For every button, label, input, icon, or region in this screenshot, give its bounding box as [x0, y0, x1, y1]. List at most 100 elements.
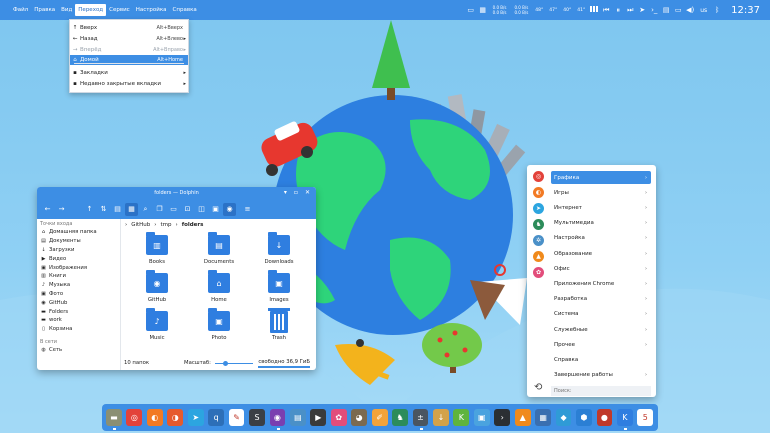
battery-icon[interactable]: ▭	[672, 6, 684, 14]
bluetooth-icon[interactable]: ᛒ	[711, 6, 723, 14]
system-monitor-icon[interactable]: ▦	[535, 409, 552, 426]
paste-icon[interactable]: ▭	[167, 203, 180, 216]
place-books[interactable]: ▥ Книги	[37, 272, 120, 281]
logout-icon[interactable]: ⟲	[534, 382, 542, 393]
maximize-icon[interactable]: ▫	[294, 187, 298, 199]
chess-icon[interactable]: ♞	[392, 409, 408, 426]
folder-item[interactable]: ▥ Books	[127, 232, 187, 265]
launcher-category[interactable]: Мультимедиа ›	[551, 217, 651, 230]
firefox-alt-icon[interactable]: ◑	[167, 409, 184, 426]
launcher-category[interactable]: Графика ›	[551, 171, 651, 184]
search-icon[interactable]: ⌕	[139, 203, 152, 216]
breadcrumb-item[interactable]: GitHub	[131, 222, 150, 228]
launcher-search-input[interactable]	[551, 386, 651, 396]
krita-icon[interactable]: ✿	[533, 267, 544, 278]
place-photo[interactable]: ▣ Фото	[37, 290, 120, 299]
breadcrumb-item[interactable]: tmp	[160, 222, 171, 228]
launcher-category[interactable]: Служебные ›	[551, 323, 651, 336]
menu-settings[interactable]: Настройка	[133, 0, 170, 20]
menu-item-forward[interactable]: → Вперёд Alt+Вправо ▸	[70, 45, 188, 55]
menu-go[interactable]: Переход	[75, 4, 107, 16]
show-hidden-icon[interactable]: ◉	[223, 202, 236, 216]
place-documents[interactable]: ▤ Документы	[37, 237, 120, 246]
clock[interactable]: 12:37	[731, 5, 760, 16]
telegram-icon[interactable]: ➤	[187, 409, 204, 426]
launcher-category[interactable]: Разработка ›	[551, 293, 651, 306]
launcher-category[interactable]: Игры ›	[551, 186, 651, 199]
qbittorrent-icon[interactable]: q	[208, 409, 225, 426]
clipboard-icon[interactable]: ▤	[660, 6, 672, 14]
launcher-category[interactable]: Система ›	[551, 308, 651, 321]
calendar-icon[interactable]: 5	[637, 409, 654, 426]
folder-item[interactable]: Trash	[249, 308, 309, 341]
launcher-category[interactable]: Завершение работы ›	[551, 369, 651, 382]
settings-icon[interactable]: ✲	[533, 235, 544, 246]
disk-icon[interactable]: ●	[596, 409, 613, 426]
menu-help[interactable]: Справка	[170, 0, 200, 20]
memory-icon[interactable]: ▦	[477, 6, 489, 14]
place-videos[interactable]: ▶ Видео	[37, 254, 120, 263]
minimize-icon[interactable]: ▾	[284, 187, 287, 199]
next-track-icon[interactable]: ⏭	[624, 6, 636, 15]
forward-icon[interactable]: →	[55, 203, 68, 216]
place-github[interactable]: ◉ GitHub	[37, 298, 120, 307]
telegram-tray-icon[interactable]: ➤	[636, 6, 648, 14]
launcher-category[interactable]: Офис ›	[551, 262, 651, 275]
place-network[interactable]: ◍ Сеть	[37, 346, 120, 355]
vlc-icon[interactable]: ▲	[533, 251, 544, 262]
zoom-slider[interactable]	[214, 360, 253, 366]
launcher-category[interactable]: Приложения Chrome ›	[551, 277, 651, 290]
folder-item[interactable]: ⌂ Home	[189, 270, 249, 303]
sublime-icon[interactable]: S	[249, 409, 265, 426]
launcher-category[interactable]: Настройка ›	[551, 232, 651, 245]
files-icon[interactable]: ▬	[106, 409, 122, 430]
terminal-tray-icon[interactable]: ›_	[648, 6, 660, 14]
chrome-icon[interactable]: ◎	[533, 171, 544, 182]
close-icon[interactable]: ✕	[305, 187, 310, 199]
screenshot-icon[interactable]: ▣	[473, 409, 490, 426]
select-icon[interactable]: ⊡	[181, 203, 194, 216]
place-trash[interactable]: ▯ Корзина	[37, 325, 120, 334]
breadcrumb-current[interactable]: folders	[182, 222, 204, 228]
menu-file[interactable]: Файл	[10, 0, 31, 20]
menu-view[interactable]: Вид	[58, 0, 75, 20]
folder-item[interactable]: ♪ Music	[127, 308, 187, 341]
copy-icon[interactable]: ❐	[153, 203, 166, 216]
games-icon[interactable]: ◆	[555, 409, 572, 426]
menu-item-recent-tabs[interactable]: ▪ Недавно закрытые вкладки ▸	[70, 79, 188, 89]
chess-icon[interactable]: ♞	[533, 219, 544, 230]
calculator-icon[interactable]: ±	[412, 409, 429, 430]
menu-item-bookmarks[interactable]: ▪ Закладки ▸	[70, 68, 188, 78]
discover-icon[interactable]: K	[616, 409, 633, 430]
keyboard-layout[interactable]: us	[700, 7, 707, 14]
android-icon[interactable]: ⬢	[576, 409, 592, 426]
pause-icon[interactable]: ⏸	[612, 6, 624, 15]
chrome-icon[interactable]: ◎	[126, 409, 143, 426]
gimp-icon[interactable]: ◕	[351, 409, 368, 426]
kate-icon[interactable]: K	[453, 409, 470, 426]
folder-item[interactable]: ▤ Documents	[189, 232, 249, 265]
folder-item[interactable]: ◉ GitHub	[127, 270, 187, 303]
okular-icon[interactable]: ▤	[289, 409, 306, 426]
launcher-category[interactable]: Интернет ›	[551, 201, 651, 214]
launcher-category[interactable]: Справка	[551, 353, 651, 366]
krita-icon[interactable]: ✿	[330, 409, 347, 426]
launcher-category[interactable]: Прочее ›	[551, 338, 651, 351]
folder-item[interactable]: ▣ Photo	[189, 308, 249, 341]
up-icon[interactable]: ↑	[83, 203, 96, 216]
paint-icon[interactable]: ✐	[371, 409, 388, 426]
view-grid-icon[interactable]: ▦	[125, 202, 138, 216]
display-icon[interactable]: ▭	[465, 6, 477, 14]
github-desktop-icon[interactable]: ◉	[269, 409, 286, 430]
split-icon[interactable]: ◫	[195, 203, 208, 216]
view-icons-icon[interactable]: ▤	[111, 203, 124, 216]
menu-item-back[interactable]: ← Назад Alt+Влево ▸	[70, 34, 188, 44]
menu-item-up[interactable]: ↑ Вверх Alt+Вверх	[70, 23, 188, 33]
kdenlive-icon[interactable]: ▶	[310, 409, 327, 426]
place-home[interactable]: ⌂ Домашняя папка	[37, 228, 120, 237]
inkscape-icon[interactable]: ✎	[228, 409, 245, 426]
window-titlebar[interactable]: folders — Dolphin ▾ ▫ ✕	[37, 187, 316, 199]
folder-item[interactable]: ▣ Images	[249, 270, 309, 303]
sort-icon[interactable]: ⇅	[97, 203, 110, 216]
place-folders[interactable]: ▬ Folders	[37, 307, 120, 316]
